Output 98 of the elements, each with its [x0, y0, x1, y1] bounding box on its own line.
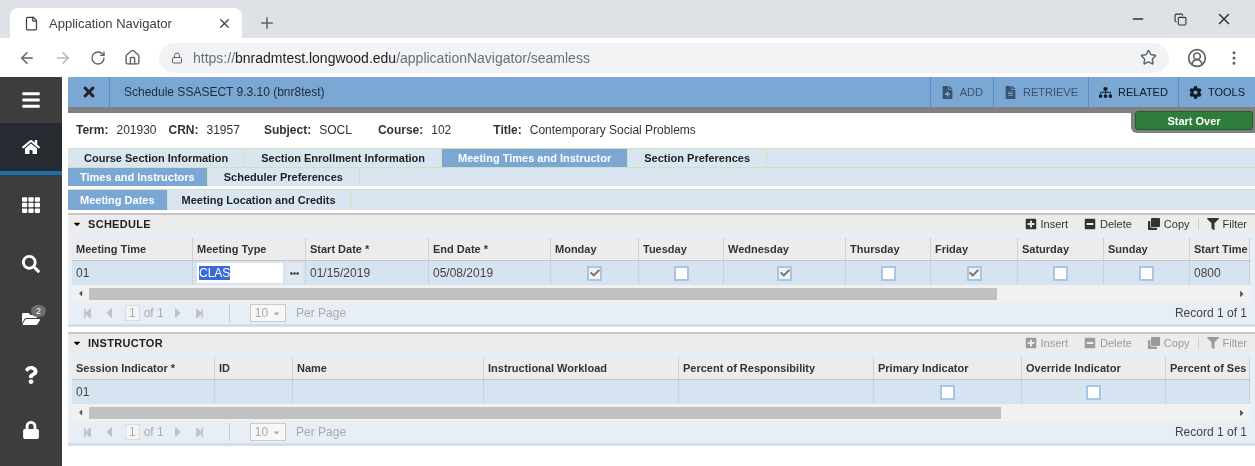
question-icon — [22, 366, 40, 384]
new-tab-icon[interactable] — [258, 14, 276, 32]
lock-icon — [22, 421, 40, 439]
column-header[interactable]: Wednesday — [724, 238, 846, 261]
filter-icon — [1206, 218, 1219, 230]
filter-button[interactable]: Filter — [1197, 218, 1255, 230]
horizontal-scrollbar[interactable] — [72, 285, 1251, 302]
record-count: Record 1 of 1 — [1174, 425, 1248, 439]
table-cell: 01 — [72, 261, 193, 285]
field-label: Subject: — [263, 122, 312, 137]
horizontal-scrollbar[interactable] — [72, 404, 1251, 421]
search-icon — [22, 255, 40, 273]
sitemap-icon — [1099, 85, 1112, 99]
lock-icon — [171, 51, 183, 64]
column-header[interactable]: Percent of Ses — [1166, 357, 1250, 380]
section-title: INSTRUCTOR — [88, 337, 163, 349]
page-count: of 1 — [143, 425, 164, 439]
home-icon — [22, 138, 40, 156]
field-label: Course: — [377, 122, 424, 137]
field-label: Title: — [493, 122, 522, 137]
table-cell: 05/08/2019 — [429, 261, 551, 285]
column-header[interactable]: Override Indicator — [1022, 357, 1166, 380]
column-header[interactable]: Thursday — [846, 238, 931, 261]
field-value: 31957 — [206, 122, 240, 137]
column-header[interactable]: ID — [215, 357, 293, 380]
sidebar-item[interactable] — [0, 123, 62, 175]
section-title: SCHEDULE — [88, 218, 151, 230]
page-count: of 1 — [143, 306, 164, 320]
checkbox[interactable] — [673, 265, 689, 281]
page-title: Schedule SSASECT 9.3.10 (bnr8test) — [124, 85, 326, 99]
browser-tab[interactable]: Application Navigator — [10, 8, 242, 38]
checkbox[interactable] — [777, 265, 792, 281]
per-page-label: Per Page — [296, 306, 347, 320]
field-value: SOCL — [319, 122, 352, 137]
insert-button[interactable]: Insert — [1016, 218, 1077, 230]
plus-icon — [1024, 337, 1037, 349]
checkbox[interactable] — [940, 384, 955, 400]
column-header[interactable]: Instructional Workload — [484, 357, 679, 380]
sidebar-item[interactable]: 2 — [0, 293, 62, 345]
checkbox[interactable] — [1086, 384, 1101, 400]
scrollbar-thumb[interactable] — [89, 406, 1001, 419]
column-header[interactable]: Sunday — [1104, 238, 1190, 261]
field-label: Term: — [76, 122, 109, 137]
checkbox[interactable] — [880, 265, 896, 281]
field-value: Contemporary Social Problems — [529, 122, 696, 137]
page-icon — [24, 15, 39, 31]
table-cell: 01 — [72, 380, 215, 404]
grid-icon — [22, 196, 40, 214]
plus-icon — [1024, 218, 1037, 230]
checkbox[interactable] — [1053, 265, 1068, 281]
minus-icon — [1084, 218, 1097, 230]
count-badge: 2 — [31, 305, 46, 317]
start-over-button[interactable]: Start Over — [1135, 111, 1253, 130]
scrollbar-thumb[interactable] — [89, 287, 997, 300]
star-icon[interactable] — [1140, 49, 1157, 66]
file-plus-icon — [940, 85, 954, 99]
per-page-label: Per Page — [296, 425, 347, 439]
field-value: 201930 — [116, 122, 157, 137]
account-icon[interactable] — [1187, 47, 1207, 68]
gear-icon — [1188, 85, 1202, 99]
copy-icon — [1147, 337, 1160, 349]
lookup-button[interactable] — [285, 263, 303, 283]
column-header[interactable]: Monday — [551, 238, 639, 261]
column-header[interactable]: Start Time — [1190, 238, 1250, 261]
minus-icon — [1084, 337, 1097, 349]
home-icon[interactable] — [124, 49, 141, 66]
copy-button[interactable]: Copy — [1139, 218, 1198, 230]
column-header[interactable]: Saturday — [1018, 238, 1104, 261]
checkbox[interactable] — [966, 265, 982, 281]
reload-icon[interactable] — [90, 49, 106, 66]
checkbox[interactable] — [1139, 265, 1154, 281]
table-cell: 0800 — [1190, 261, 1250, 285]
column-header[interactable]: Meeting Type — [193, 238, 306, 261]
field-value: 102 — [431, 122, 452, 137]
menu-icon — [21, 90, 41, 110]
column-header[interactable]: Percent of Responsibility — [679, 357, 874, 380]
scroll-left-icon[interactable] — [76, 408, 85, 417]
document-icon — [1003, 85, 1017, 99]
input-field[interactable]: CLAS — [197, 263, 283, 283]
column-header[interactable]: Session Indicator * — [72, 357, 215, 380]
column-header[interactable]: Friday — [931, 238, 1018, 261]
column-header[interactable]: Meeting Time — [72, 238, 193, 261]
column-header[interactable]: Primary Indicator — [874, 357, 1022, 380]
delete-button[interactable]: Delete — [1076, 218, 1140, 230]
checkbox[interactable] — [587, 265, 602, 281]
column-header[interactable]: Tuesday — [639, 238, 724, 261]
field-label: CRN: — [168, 122, 199, 137]
restore-icon[interactable] — [1174, 12, 1187, 26]
column-header[interactable]: Name — [293, 357, 484, 380]
table-cell: 01/15/2019 — [306, 261, 429, 285]
copy-icon — [1147, 218, 1160, 230]
scroll-left-icon[interactable] — [76, 289, 85, 298]
tab-title: Application Navigator — [49, 15, 173, 31]
record-count: Record 1 of 1 — [1174, 306, 1248, 320]
folder-icon — [22, 310, 40, 328]
filter-icon — [1206, 337, 1219, 349]
column-header[interactable]: Start Date * — [306, 238, 429, 261]
column-header[interactable]: End Date * — [429, 238, 551, 261]
